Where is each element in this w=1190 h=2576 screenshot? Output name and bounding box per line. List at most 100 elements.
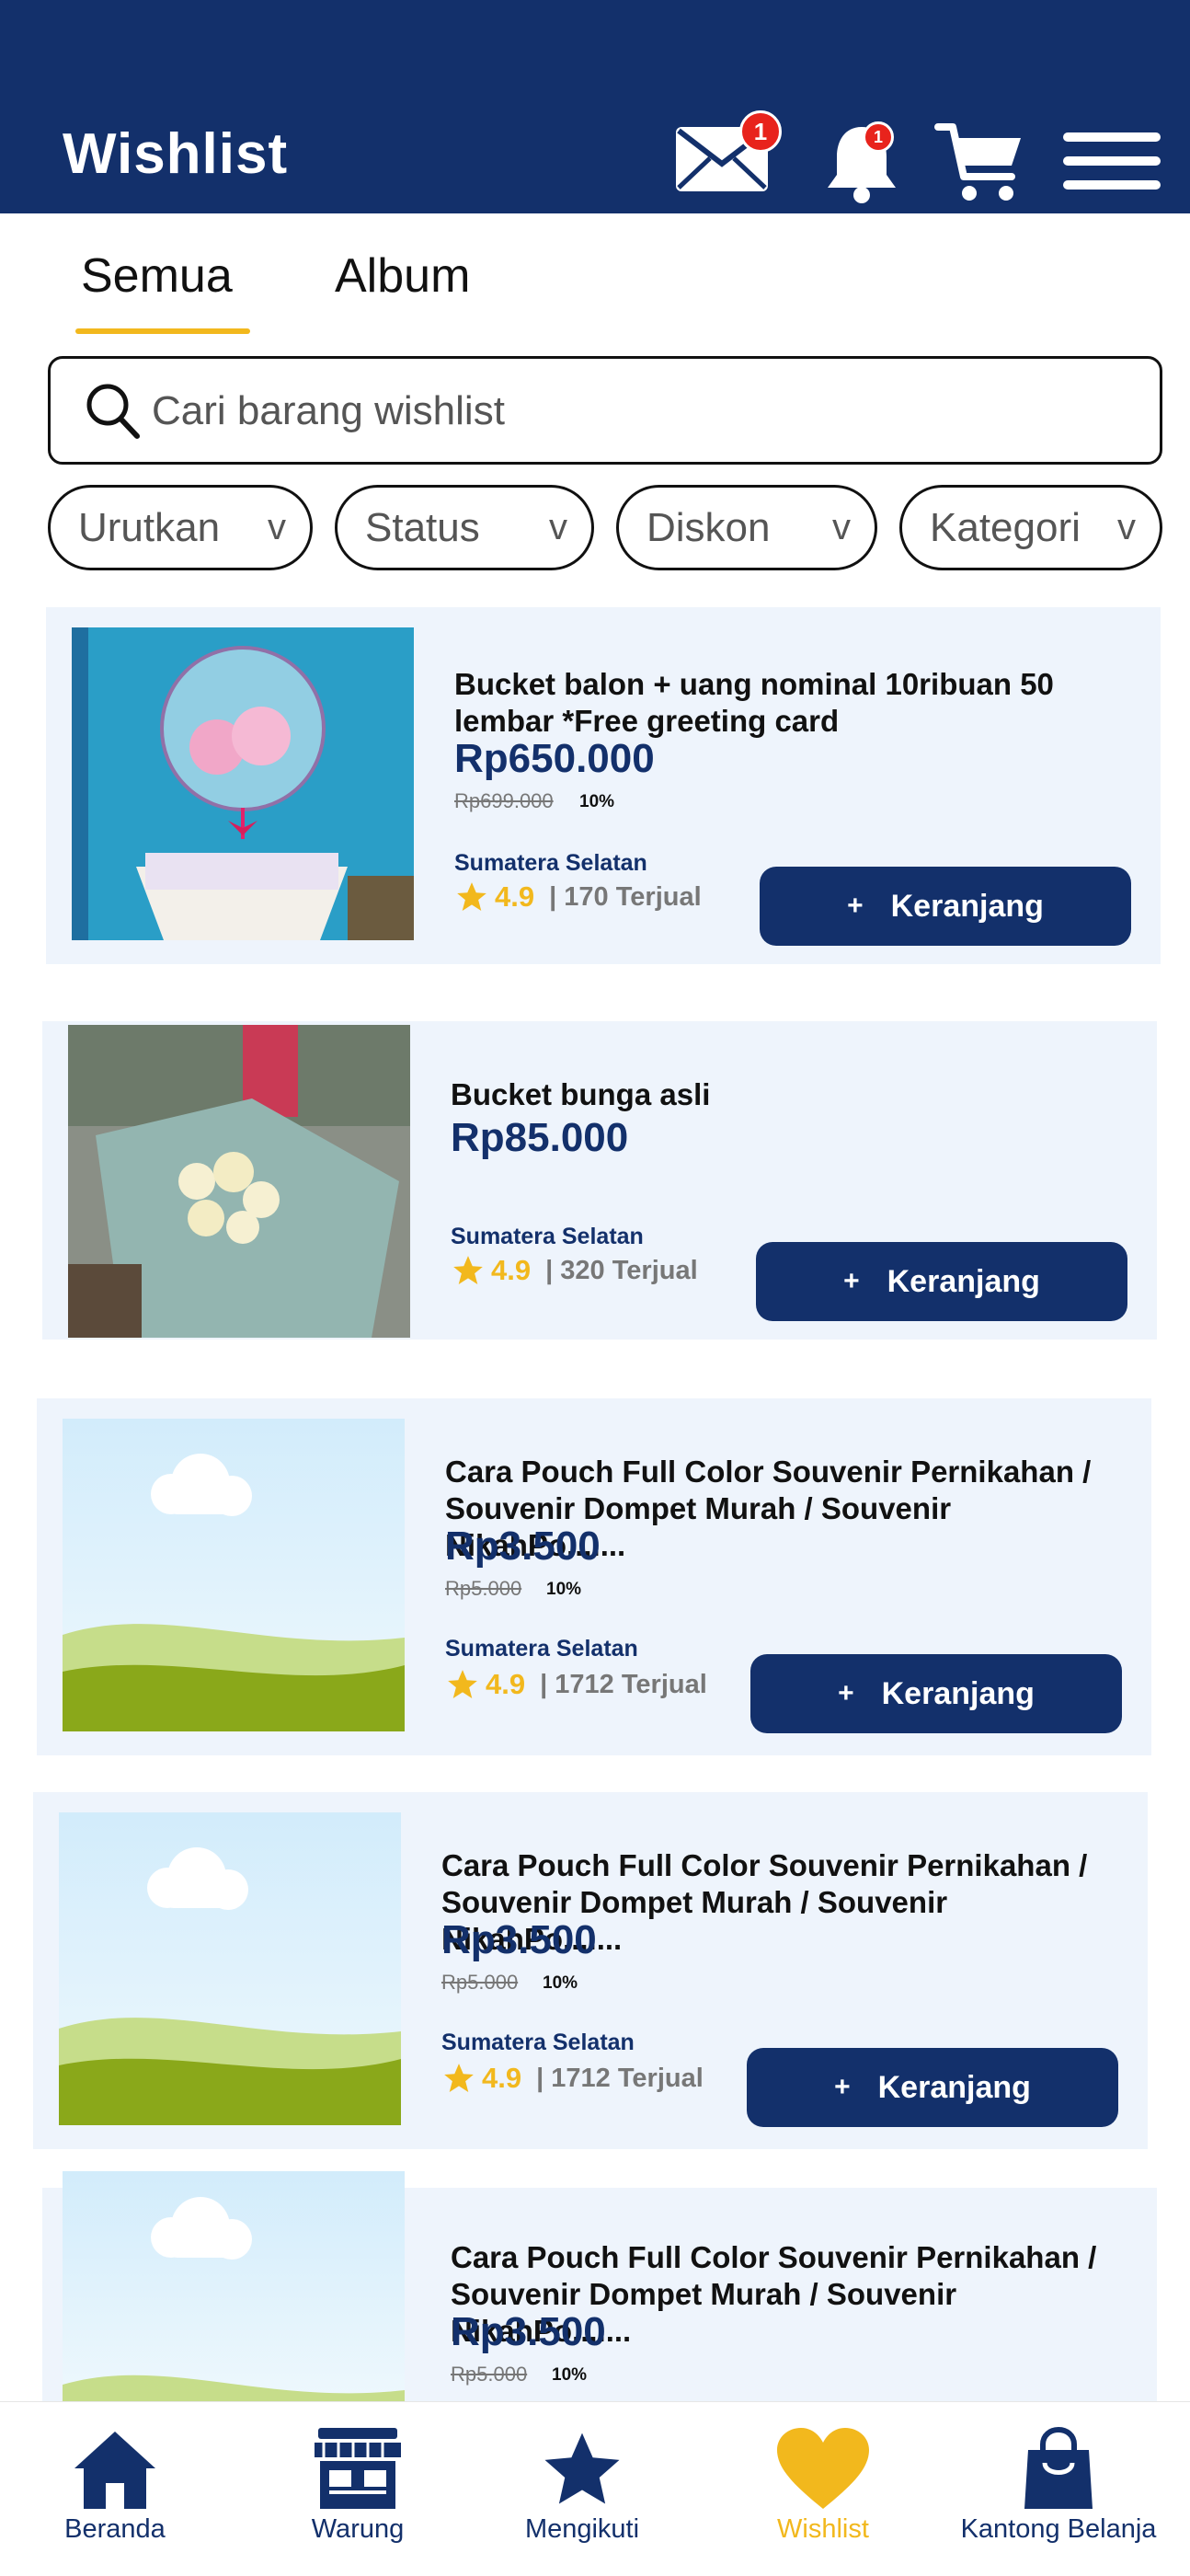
add-to-cart-button[interactable]: + Keranjang [760,867,1131,946]
tab-semua[interactable]: Semua [81,248,233,304]
cart-button-label: Keranjang [890,888,1044,924]
notification-button[interactable]: 1 [820,121,903,211]
filter-label: Diskon [646,504,771,550]
product-rating: 4.9 | 1712 Terjual [441,2061,704,2096]
nav-kantong-belanja[interactable]: Kantong Belanja [951,2402,1166,2576]
product-name: Bucket balon + uang nominal 10ribuan 50 … [454,667,1054,738]
product-image [68,1025,410,1338]
chevron-down-icon: v [832,507,851,547]
product-location: Sumatera Selatan [441,2030,635,2055]
flower-bucket-image [68,1025,410,1338]
cart-button-label: Keranjang [877,2069,1031,2105]
app-header: Wishlist 1 1 [0,0,1190,213]
cart-button-label: Keranjang [881,1675,1035,1711]
product-card[interactable]: Bucket bunga asli Rp85.000 Sumatera Sela… [42,1021,1157,1340]
product-location: Sumatera Selatan [451,1224,644,1249]
filter-label: Status [365,504,480,550]
plus-icon: + [834,2072,851,2102]
nav-label: Mengikuti [524,2514,640,2544]
product-card[interactable]: Cara Pouch Full Color Souvenir Pernikaha… [42,2171,1157,2401]
chevron-down-icon: v [268,507,286,547]
store-icon [315,2428,401,2509]
sold-count: | 1712 Terjual [536,2063,704,2093]
product-card[interactable]: Cara Pouch Full Color Souvenir Pernikaha… [37,1398,1151,1755]
product-price: Rp3.500 [451,2309,606,2354]
tab-album[interactable]: Album [335,248,470,304]
product-rating: 4.9 | 320 Terjual [451,1253,698,1288]
product-location: Sumatera Selatan [445,1636,638,1662]
add-to-cart-button[interactable]: + Keranjang [750,1654,1122,1733]
chevron-down-icon: v [549,507,567,547]
placeholder-image-icon [63,2171,405,2401]
rating-value: 4.9 [486,1668,526,1700]
filter-label: Urutkan [78,504,221,550]
plus-icon: + [847,891,864,921]
hamburger-menu-icon [1063,132,1161,190]
placeholder-image-icon [59,1812,401,2125]
discount-label: 10% [546,1580,582,1599]
product-old-price: Rp699.000 [454,789,554,812]
product-image [63,2171,405,2401]
rating-value: 4.9 [482,2062,522,2094]
menu-button[interactable] [1063,131,1161,196]
filter-kategori[interactable]: Kategori v [899,485,1162,570]
placeholder-image-icon [63,1419,405,1731]
filter-status[interactable]: Status v [335,485,594,570]
chevron-down-icon: v [1117,507,1136,547]
product-name: Bucket bunga asli [451,1077,711,1111]
rating-value: 4.9 [491,1254,532,1286]
star-icon [453,1256,483,1285]
sold-count: | 170 Terjual [549,881,702,912]
add-to-cart-button[interactable]: + Keranjang [747,2048,1118,2127]
mail-button[interactable]: 1 [673,110,782,201]
notification-badge: 1 [863,121,894,153]
product-card[interactable]: Bucket balon + uang nominal 10ribuan 50 … [46,607,1161,964]
nav-mengikuti[interactable]: Mengikuti [504,2402,660,2576]
star-icon [448,1670,477,1699]
nav-beranda[interactable]: Beranda [37,2402,193,2576]
page-title: Wishlist [63,122,289,186]
nav-label: Wishlist [777,2514,869,2544]
filter-urutkan[interactable]: Urutkan v [48,485,313,570]
sold-count: | 320 Terjual [545,1255,698,1285]
filter-diskon[interactable]: Diskon v [616,485,877,570]
product-price: Rp650.000 [454,736,655,781]
product-old-price: Rp5.000 [441,1971,519,1994]
search-icon [86,384,140,439]
filter-label: Kategori [930,504,1081,550]
home-icon [74,2432,155,2509]
product-card[interactable]: Cara Pouch Full Color Souvenir Pernikaha… [33,1792,1148,2149]
heart-icon [777,2428,869,2509]
star-icon [544,2432,620,2504]
balloon-bucket-image [72,627,414,940]
star-icon [444,2064,474,2093]
product-location: Sumatera Selatan [454,850,647,876]
bottom-navigation: Beranda Warung Mengikuti Wishlist Kanton… [0,2401,1190,2576]
rating-value: 4.9 [495,880,535,913]
cart-icon [934,123,1021,201]
add-to-cart-button[interactable]: + Keranjang [756,1242,1127,1321]
search-input[interactable] [152,381,1127,442]
product-rating: 4.9 | 1712 Terjual [445,1667,707,1702]
product-image [59,1812,401,2125]
star-icon [457,882,486,912]
shopping-bag-icon [1024,2426,1093,2509]
cart-button[interactable] [934,120,1024,209]
nav-wishlist[interactable]: Wishlist [745,2402,901,2576]
product-rating: 4.9 | 170 Terjual [454,880,702,914]
product-image [72,627,414,940]
plus-icon: + [843,1266,860,1296]
product-old-price: Rp5.000 [445,1577,522,1600]
active-tab-indicator [75,328,250,334]
discount-label: 10% [543,1973,578,1993]
search-bar [48,356,1162,465]
nav-warung[interactable]: Warung [280,2402,436,2576]
nav-label: Beranda [64,2514,166,2544]
sold-count: | 1712 Terjual [540,1669,707,1699]
nav-label: Kantong Belanja [960,2514,1157,2544]
plus-icon: + [838,1678,854,1708]
mail-badge: 1 [739,110,782,153]
discount-label: 10% [579,792,615,811]
cart-button-label: Keranjang [887,1263,1040,1299]
product-old-price: Rp5.000 [451,2363,528,2386]
